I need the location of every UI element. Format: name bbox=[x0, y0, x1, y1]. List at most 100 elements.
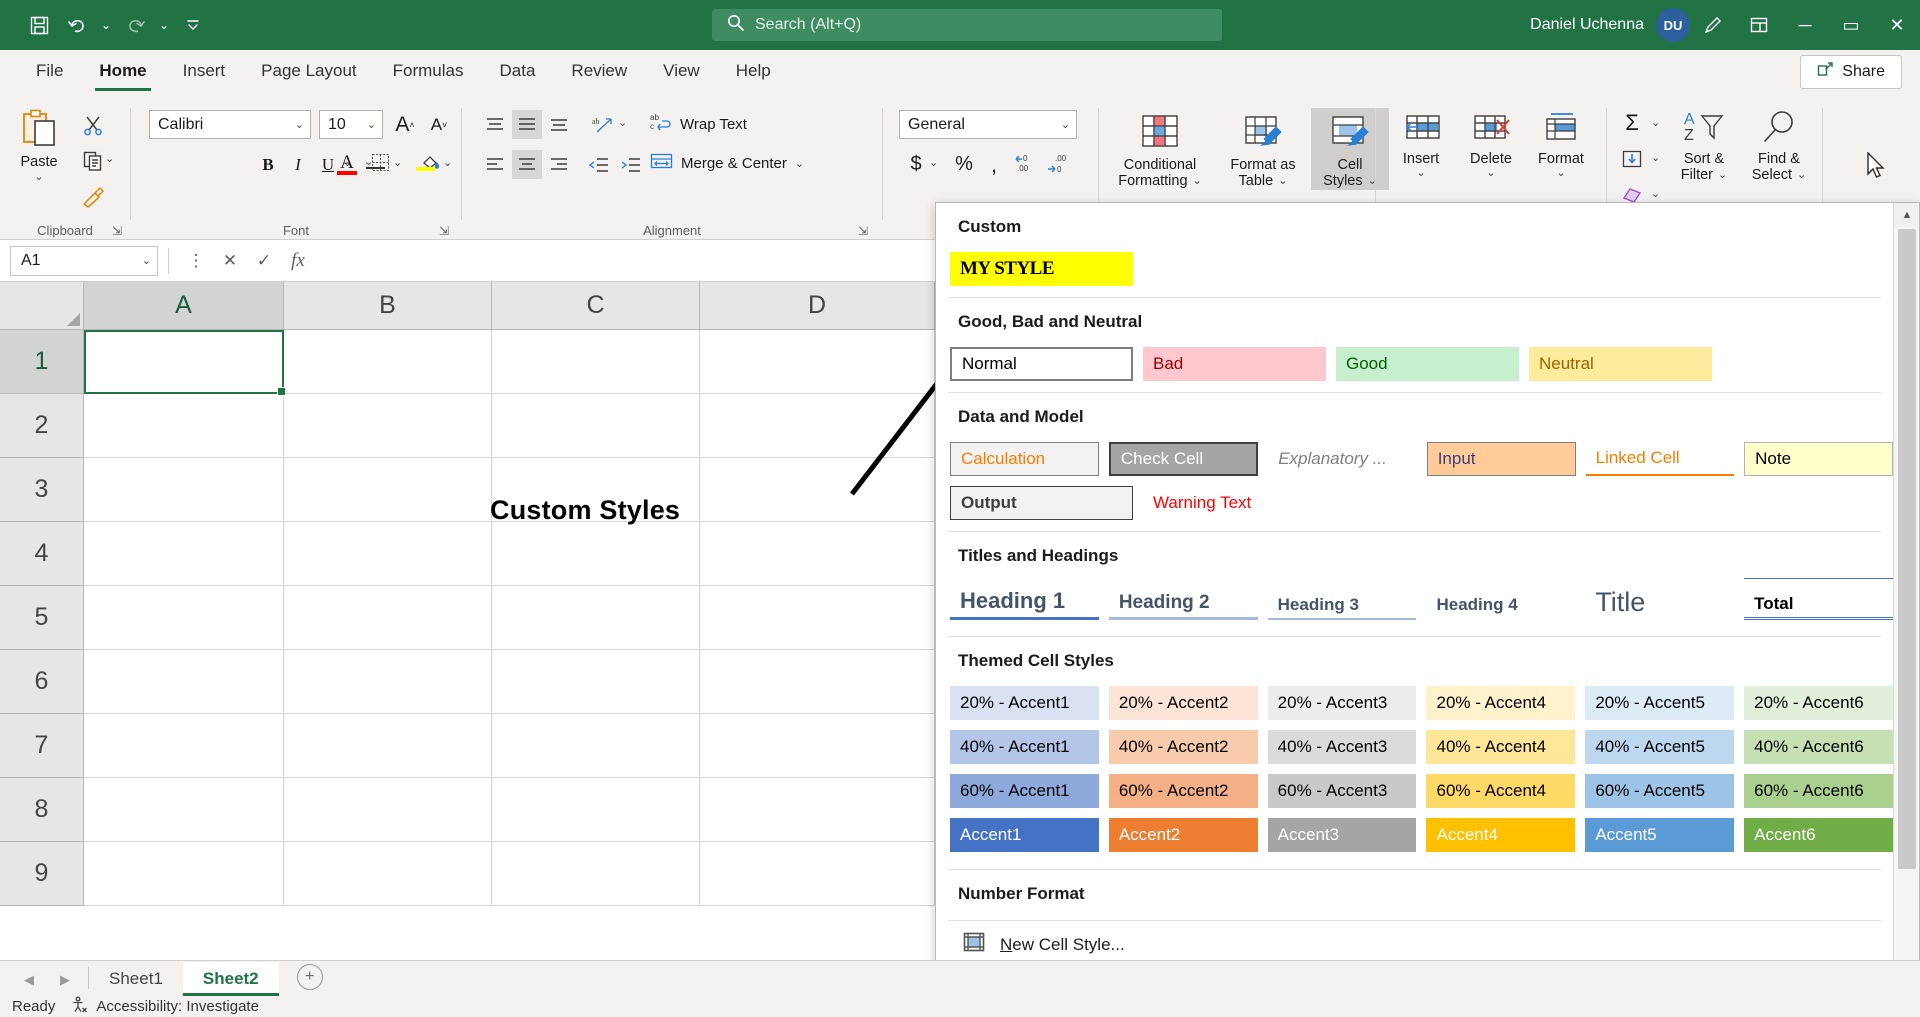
orientation-icon[interactable]: ab bbox=[588, 110, 618, 139]
style-swatch-good[interactable]: Good bbox=[1336, 347, 1519, 381]
cell-B2[interactable] bbox=[284, 394, 492, 458]
paste-dropdown-caret[interactable]: ⌄ bbox=[34, 171, 43, 184]
style-swatch-heading-1[interactable]: Heading 1 bbox=[950, 578, 1099, 620]
style-swatch-20-accent1[interactable]: 20% - Accent1 bbox=[950, 686, 1099, 720]
style-swatch-heading-3[interactable]: Heading 3 bbox=[1268, 578, 1417, 620]
cell-B9[interactable] bbox=[284, 842, 492, 906]
cell-A7[interactable] bbox=[84, 714, 284, 778]
add-sheet-button[interactable]: + bbox=[297, 964, 323, 990]
style-swatch-20-accent5[interactable]: 20% - Accent5 bbox=[1585, 686, 1734, 720]
copy-icon[interactable] bbox=[78, 146, 108, 175]
cell-C8[interactable] bbox=[492, 778, 700, 842]
cell-C1[interactable] bbox=[492, 330, 700, 394]
ribbon-display-options-icon[interactable] bbox=[1736, 0, 1782, 50]
paste-button[interactable]: Paste ⌄ bbox=[8, 108, 70, 183]
align-right-icon[interactable] bbox=[544, 150, 574, 179]
format-cells-button[interactable]: Format ⌄ bbox=[1528, 110, 1594, 180]
align-bottom-icon[interactable] bbox=[544, 110, 574, 139]
cell-A5[interactable] bbox=[84, 586, 284, 650]
cell-A9[interactable] bbox=[84, 842, 284, 906]
style-swatch-40-accent6[interactable]: 40% - Accent6 bbox=[1744, 730, 1893, 764]
account-button[interactable]: Daniel Uchenna DU bbox=[1530, 8, 1690, 42]
gallery-scrollbar[interactable]: ▲ ▼ bbox=[1893, 203, 1919, 1017]
redo-icon[interactable] bbox=[118, 8, 152, 42]
scroll-up-icon[interactable]: ▲ bbox=[1894, 203, 1920, 227]
style-swatch-accent1[interactable]: Accent1 bbox=[950, 818, 1099, 852]
cell-D6[interactable] bbox=[700, 650, 935, 714]
style-swatch-20-accent3[interactable]: 20% - Accent3 bbox=[1268, 686, 1417, 720]
style-swatch-calculation[interactable]: Calculation bbox=[950, 442, 1099, 476]
gallery-scrollbar-thumb[interactable] bbox=[1898, 229, 1916, 869]
cell-C2[interactable] bbox=[492, 394, 700, 458]
accounting-number-format-icon[interactable]: $ bbox=[901, 150, 931, 179]
delete-cells-button[interactable]: Delete ⌄ bbox=[1458, 110, 1524, 180]
number-format-combobox[interactable]: General ⌄ bbox=[899, 110, 1077, 139]
style-swatch-60-accent6[interactable]: 60% - Accent6 bbox=[1744, 774, 1893, 808]
style-swatch-accent2[interactable]: Accent2 bbox=[1109, 818, 1258, 852]
cell-A6[interactable] bbox=[84, 650, 284, 714]
decrease-decimal-icon[interactable]: .00 0 bbox=[1043, 148, 1073, 177]
tab-view[interactable]: View bbox=[645, 50, 718, 94]
alignment-dialog-launcher[interactable]: ⇲ bbox=[858, 224, 868, 238]
cell-A4[interactable] bbox=[84, 522, 284, 586]
redo-dropdown-caret[interactable]: ⌄ bbox=[156, 18, 172, 32]
merge-and-center-dropdown-caret[interactable]: ⌄ bbox=[795, 157, 804, 170]
style-swatch-40-accent2[interactable]: 40% - Accent2 bbox=[1109, 730, 1258, 764]
share-button[interactable]: Share bbox=[1800, 55, 1902, 89]
undo-icon[interactable] bbox=[60, 8, 94, 42]
style-swatch-title[interactable]: Title bbox=[1585, 578, 1734, 620]
percent-style-icon[interactable]: % bbox=[949, 150, 979, 179]
row-header-7[interactable]: 7 bbox=[0, 714, 84, 778]
merge-and-center-button[interactable]: Merge & Center ⌄ bbox=[650, 152, 804, 174]
style-swatch-normal[interactable]: Normal bbox=[950, 347, 1133, 381]
style-swatch-60-accent5[interactable]: 60% - Accent5 bbox=[1585, 774, 1734, 808]
style-swatch-60-accent1[interactable]: 60% - Accent1 bbox=[950, 774, 1099, 808]
tab-data[interactable]: Data bbox=[482, 50, 554, 94]
column-header-b[interactable]: B bbox=[284, 282, 492, 330]
row-header-4[interactable]: 4 bbox=[0, 522, 84, 586]
autosum-dropdown-caret[interactable]: ⌄ bbox=[1651, 116, 1660, 129]
style-swatch-accent5[interactable]: Accent5 bbox=[1585, 818, 1734, 852]
next-sheet-icon[interactable]: ▶ bbox=[60, 972, 70, 988]
tab-page-layout[interactable]: Page Layout bbox=[243, 50, 374, 94]
style-swatch-40-accent1[interactable]: 40% - Accent1 bbox=[950, 730, 1099, 764]
select-all-corner[interactable] bbox=[0, 282, 84, 330]
orientation-dropdown-caret[interactable]: ⌄ bbox=[618, 116, 627, 129]
fill-icon[interactable] bbox=[1615, 144, 1649, 173]
sheet-tab-sheet2[interactable]: Sheet2 bbox=[183, 962, 279, 996]
style-swatch-20-accent2[interactable]: 20% - Accent2 bbox=[1109, 686, 1258, 720]
column-header-c[interactable]: C bbox=[492, 282, 700, 330]
decrease-indent-icon[interactable] bbox=[584, 150, 614, 179]
align-left-icon[interactable] bbox=[480, 150, 510, 179]
font-color-dropdown-caret[interactable]: ⌄ bbox=[364, 155, 373, 168]
cell-A2[interactable] bbox=[84, 394, 284, 458]
row-header-5[interactable]: 5 bbox=[0, 586, 84, 650]
insert-cells-button[interactable]: Insert ⌄ bbox=[1388, 110, 1454, 180]
tab-file[interactable]: File bbox=[18, 50, 81, 94]
style-swatch-linked-cell[interactable]: Linked Cell bbox=[1586, 442, 1735, 476]
style-swatch-accent6[interactable]: Accent6 bbox=[1744, 818, 1893, 852]
cell-D8[interactable] bbox=[700, 778, 935, 842]
align-center-icon[interactable] bbox=[512, 150, 542, 179]
style-swatch-warning-text[interactable]: Warning Text bbox=[1143, 486, 1326, 520]
cell-D7[interactable] bbox=[700, 714, 935, 778]
search-box[interactable] bbox=[712, 9, 1222, 41]
style-swatch-20-accent4[interactable]: 20% - Accent4 bbox=[1426, 686, 1575, 720]
avatar[interactable]: DU bbox=[1656, 8, 1690, 42]
close-button[interactable]: ✕ bbox=[1874, 0, 1920, 50]
cell-A8[interactable] bbox=[84, 778, 284, 842]
cell-B6[interactable] bbox=[284, 650, 492, 714]
style-swatch-60-accent3[interactable]: 60% - Accent3 bbox=[1268, 774, 1417, 808]
cell-B8[interactable] bbox=[284, 778, 492, 842]
style-swatch-input[interactable]: Input bbox=[1427, 442, 1576, 476]
tab-home[interactable]: Home bbox=[81, 50, 164, 94]
style-swatch-my-style[interactable]: MY STYLE bbox=[950, 252, 1133, 286]
column-header-a[interactable]: A bbox=[84, 282, 284, 330]
style-swatch-20-accent6[interactable]: 20% - Accent6 bbox=[1744, 686, 1893, 720]
cell-D3[interactable] bbox=[700, 458, 935, 522]
copy-dropdown-caret[interactable]: ⌄ bbox=[105, 152, 114, 165]
format-as-table-button[interactable]: Format as Table ⌄ bbox=[1221, 108, 1305, 190]
row-header-2[interactable]: 2 bbox=[0, 394, 84, 458]
customize-quick-access-toolbar-icon[interactable] bbox=[176, 8, 210, 42]
chevron-down-icon[interactable]: ⌄ bbox=[142, 254, 157, 267]
